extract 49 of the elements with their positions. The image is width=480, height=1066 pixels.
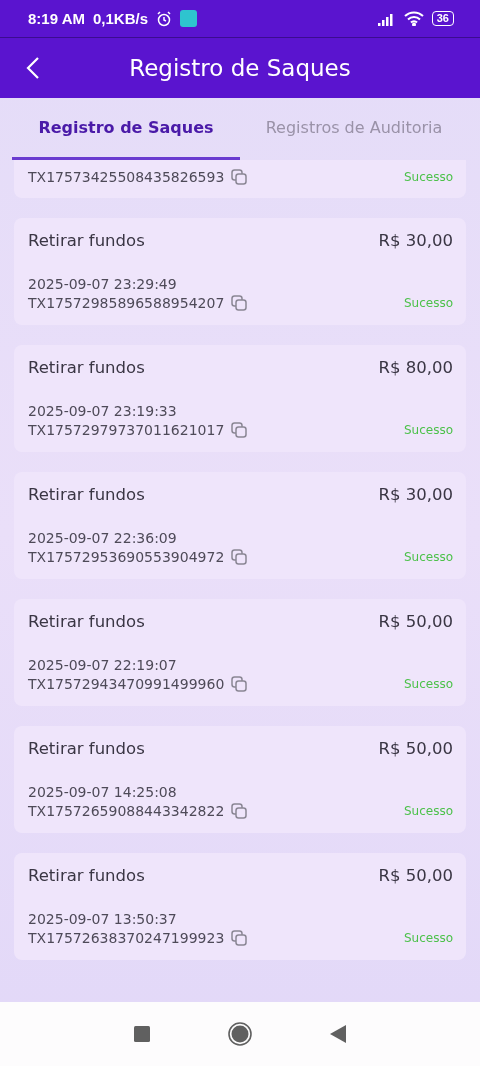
app-icon xyxy=(180,10,197,27)
status-time: 8:19 AM xyxy=(28,10,85,27)
copy-icon[interactable] xyxy=(230,929,249,947)
back-nav-button[interactable] xyxy=(330,1025,346,1043)
copy-icon[interactable] xyxy=(230,675,249,693)
battery-level: 36 xyxy=(431,11,454,26)
page-title: Registro de Saques xyxy=(128,55,352,81)
record-title: Retirar fundos xyxy=(28,231,145,250)
record-date: 2025-09-07 22:19:07 xyxy=(28,657,178,673)
transaction-id: TX17572979737011621017 xyxy=(28,422,225,438)
status-label: Sucesso xyxy=(403,170,453,184)
record-title: Retirar fundos xyxy=(28,612,145,631)
wifi-icon xyxy=(403,11,424,26)
record-title: Retirar fundos xyxy=(28,866,145,885)
status-label: Sucesso xyxy=(403,550,453,564)
copy-icon[interactable] xyxy=(230,421,249,439)
transaction-id: TX17572943470991499960 xyxy=(28,676,225,692)
status-label: Sucesso xyxy=(403,423,453,437)
record-date: 2025-09-07 14:25:08 xyxy=(28,784,178,800)
record-date: 2025-09-07 23:29:49 xyxy=(28,276,178,292)
amount: R$ 80,00 xyxy=(378,358,453,377)
record-title: Retirar fundos xyxy=(28,739,145,758)
copy-icon[interactable] xyxy=(230,294,249,312)
copy-icon[interactable] xyxy=(230,548,249,566)
transaction-id: TX17572659088443342822 xyxy=(28,803,225,819)
status-label: Sucesso xyxy=(403,296,453,310)
amount: R$ 30,00 xyxy=(378,485,453,504)
transaction-id: TX17572638370247199923 xyxy=(28,930,225,946)
amount: R$ 50,00 xyxy=(378,739,453,758)
copy-icon[interactable] xyxy=(230,802,249,820)
record-title: Retirar fundos xyxy=(28,358,145,377)
transaction-id: TX17573425508435826593 xyxy=(28,169,225,185)
transaction-id: TX17572953690553904972 xyxy=(28,549,225,565)
status-label: Sucesso xyxy=(403,931,453,945)
record-date: 2025-09-07 13:50:37 xyxy=(28,911,178,927)
signal-icon xyxy=(377,11,396,26)
record-date: 2025-09-07 22:36:09 xyxy=(28,530,178,546)
alarm-icon xyxy=(156,10,172,27)
record-title: Retirar fundos xyxy=(28,485,145,504)
status-label: Sucesso xyxy=(403,804,453,818)
record-date: 2025-09-07 23:19:33 xyxy=(28,403,178,419)
amount: R$ 30,00 xyxy=(378,231,453,250)
copy-icon[interactable] xyxy=(230,168,249,186)
network-speed: 0,1KB/s xyxy=(92,10,148,27)
amount: R$ 50,00 xyxy=(378,866,453,885)
amount: R$ 50,00 xyxy=(378,612,453,631)
home-button[interactable] xyxy=(228,1022,252,1046)
status-label: Sucesso xyxy=(403,677,453,691)
transaction-id: TX17572985896588954207 xyxy=(28,295,225,311)
